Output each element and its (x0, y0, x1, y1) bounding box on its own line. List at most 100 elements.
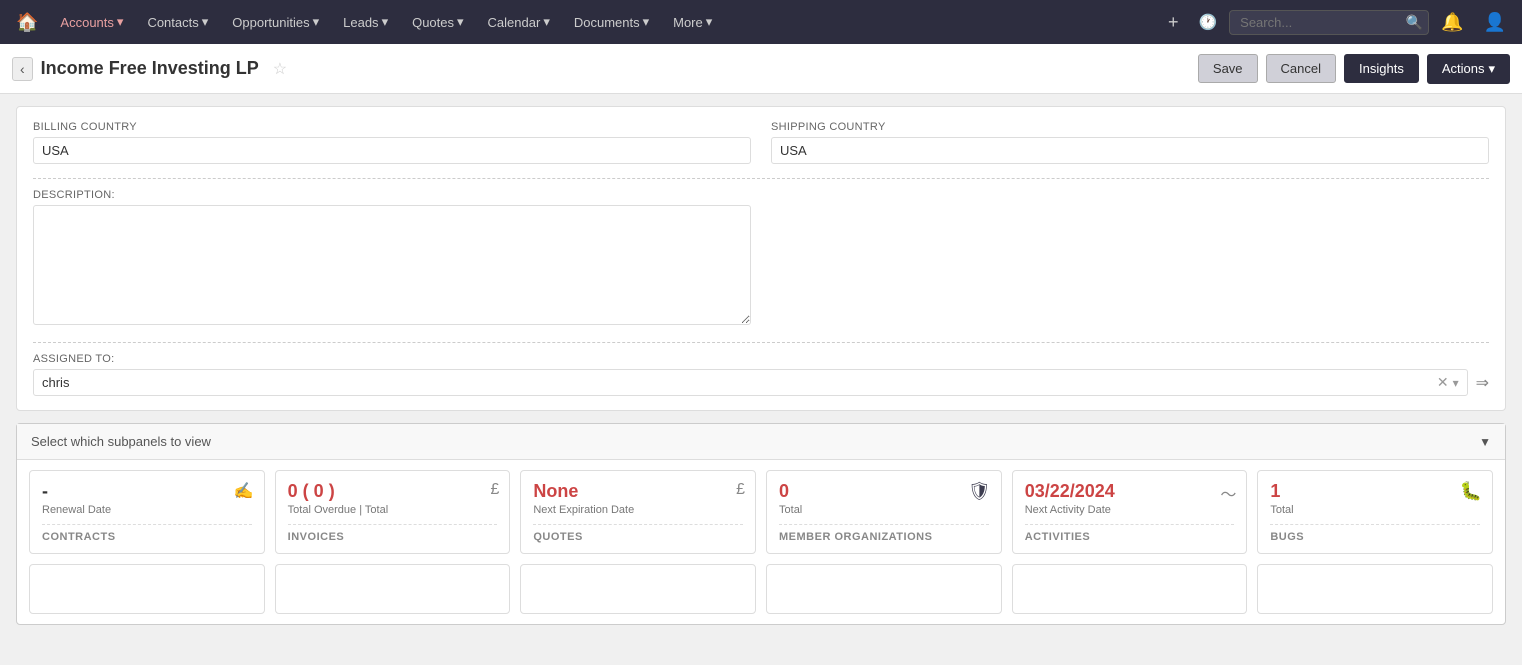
chevron-down-icon: ▾ (117, 14, 124, 30)
member-orgs-type: MEMBER ORGANIZATIONS (779, 524, 989, 543)
history-button[interactable]: 🕐 (1190, 9, 1225, 35)
subpanel-card-activities[interactable]: 〜 03/22/2024 Next Activity Date ACTIVITI… (1012, 470, 1248, 554)
chevron-down-icon: ▾ (202, 14, 209, 30)
second-card-6 (1257, 564, 1493, 614)
second-card-2 (275, 564, 511, 614)
nav-item-opportunities[interactable]: Opportunities ▾ (222, 10, 329, 34)
invoices-value: 0 ( 0 ) (288, 481, 498, 502)
quotes-type: QUOTES (533, 524, 743, 543)
insights-button[interactable]: Insights (1344, 54, 1419, 83)
description-row: DESCRIPTION: (33, 189, 1489, 328)
pound-icon-quotes: £ (736, 481, 745, 499)
description-textarea[interactable] (33, 205, 751, 325)
assigned-to-row: ✕ ▾ ⇒ (33, 369, 1489, 396)
second-card-3 (520, 564, 756, 614)
form-section: Billing Country Shipping Country DESCRIP… (16, 106, 1506, 411)
assigned-select-icon[interactable]: ⇒ (1476, 373, 1489, 393)
second-card-1 (29, 564, 265, 614)
subpanel-card-quotes[interactable]: £ None Next Expiration Date QUOTES (520, 470, 756, 554)
cancel-button[interactable]: Cancel (1266, 54, 1336, 83)
add-button[interactable]: + (1160, 8, 1187, 37)
search-wrapper: 🔍 (1229, 10, 1429, 35)
subpanel-cards: ✍ - Renewal Date CONTRACTS £ 0 ( 0 ) Tot… (17, 460, 1505, 564)
bugs-value: 1 (1270, 481, 1480, 502)
subpanel-card-invoices[interactable]: £ 0 ( 0 ) Total Overdue | Total INVOICES (275, 470, 511, 554)
country-row: Billing Country Shipping Country (33, 121, 1489, 164)
member-orgs-value: 0 (779, 481, 989, 502)
second-card-5 (1012, 564, 1248, 614)
bugs-type: BUGS (1270, 524, 1480, 543)
assigned-to-section: ASSIGNED TO: ✕ ▾ ⇒ (33, 353, 1489, 396)
user-profile-button[interactable]: 👤 (1476, 8, 1514, 37)
invoices-sublabel: Total Overdue | Total (288, 504, 498, 516)
clear-assigned-icon[interactable]: ✕ (1437, 374, 1449, 391)
page-title: Income Free Investing LP (41, 58, 259, 79)
bugs-sublabel: Total (1270, 504, 1480, 516)
assigned-to-input-wrap: ✕ ▾ (33, 369, 1468, 396)
back-button[interactable]: ‹ (12, 57, 33, 81)
billing-country-label: Billing Country (33, 121, 751, 133)
subpanel-card-member-orgs[interactable]: 🛡 0 Total MEMBER ORGANIZATIONS (766, 470, 1002, 554)
shipping-country-label: Shipping Country (771, 121, 1489, 133)
top-navigation: 🏠 Accounts ▾ Contacts ▾ Opportunities ▾ … (0, 0, 1522, 44)
invoices-type: INVOICES (288, 524, 498, 543)
main-content: Billing Country Shipping Country DESCRIP… (0, 94, 1522, 637)
shipping-country-input[interactable] (771, 137, 1489, 164)
second-card-4 (766, 564, 1002, 614)
divider-2 (33, 342, 1489, 343)
quotes-value: None (533, 481, 743, 502)
assigned-dropdown-icon[interactable]: ▾ (1453, 376, 1459, 390)
search-icon: 🔍 (1406, 14, 1423, 31)
activities-type: ACTIVITIES (1025, 524, 1235, 543)
member-orgs-sublabel: Total (779, 504, 989, 516)
nav-item-accounts[interactable]: Accounts ▾ (50, 10, 133, 34)
billing-country-col: Billing Country (33, 121, 751, 164)
nav-item-more[interactable]: More ▾ (663, 10, 722, 34)
pen-icon: ✍ (234, 481, 254, 501)
favorite-star-icon[interactable]: ☆ (273, 59, 287, 79)
quotes-sublabel: Next Expiration Date (533, 504, 743, 516)
divider (33, 178, 1489, 179)
subpanel-card-bugs[interactable]: 🐛 1 Total BUGS (1257, 470, 1493, 554)
assigned-to-input[interactable] (42, 375, 1437, 390)
nav-item-leads[interactable]: Leads ▾ (333, 10, 398, 34)
search-input[interactable] (1229, 10, 1429, 35)
nav-item-contacts[interactable]: Contacts ▾ (137, 10, 218, 34)
nav-item-documents[interactable]: Documents ▾ (564, 10, 659, 34)
dropdown-icon: ▾ (1488, 61, 1495, 77)
description-label: DESCRIPTION: (33, 189, 751, 201)
bug-icon: 🐛 (1460, 481, 1482, 502)
nav-item-quotes[interactable]: Quotes ▾ (402, 10, 473, 34)
activity-icon: 〜 (1220, 481, 1236, 505)
notifications-button[interactable]: 🔔 (1433, 8, 1471, 37)
nav-item-calendar[interactable]: Calendar ▾ (478, 10, 560, 34)
chevron-down-icon: ▾ (382, 14, 389, 30)
description-col: DESCRIPTION: (33, 189, 751, 328)
chevron-down-icon: ▾ (457, 14, 464, 30)
actions-button[interactable]: Actions ▾ (1427, 54, 1510, 84)
subpanel-toggle-icon[interactable]: ▼ (1479, 435, 1491, 449)
activities-sublabel: Next Activity Date (1025, 504, 1235, 516)
activities-value: 03/22/2024 (1025, 481, 1235, 502)
header-bar: ‹ Income Free Investing LP ☆ Save Cancel… (0, 44, 1522, 94)
contracts-value: - (42, 481, 252, 502)
subpanel-card-contracts[interactable]: ✍ - Renewal Date CONTRACTS (29, 470, 265, 554)
second-card-row (17, 564, 1505, 624)
contracts-type: CONTRACTS (42, 524, 252, 543)
assigned-to-label: ASSIGNED TO: (33, 353, 1489, 365)
chevron-down-icon: ▾ (706, 14, 713, 30)
pound-icon: £ (490, 481, 499, 499)
shipping-country-col: Shipping Country (771, 121, 1489, 164)
subpanel-section: Select which subpanels to view ▼ ✍ - Ren… (16, 423, 1506, 625)
contracts-sublabel: Renewal Date (42, 504, 252, 516)
subpanel-header: Select which subpanels to view ▼ (17, 424, 1505, 460)
chevron-down-icon: ▾ (543, 14, 550, 30)
home-button[interactable]: 🏠 (8, 8, 46, 37)
chevron-down-icon: ▾ (643, 14, 650, 30)
subpanel-header-title: Select which subpanels to view (31, 434, 211, 449)
description-spacer-col (771, 189, 1489, 328)
save-button[interactable]: Save (1198, 54, 1258, 83)
chevron-down-icon: ▾ (313, 14, 320, 30)
shield-icon: 🛡 (968, 481, 991, 502)
billing-country-input[interactable] (33, 137, 751, 164)
